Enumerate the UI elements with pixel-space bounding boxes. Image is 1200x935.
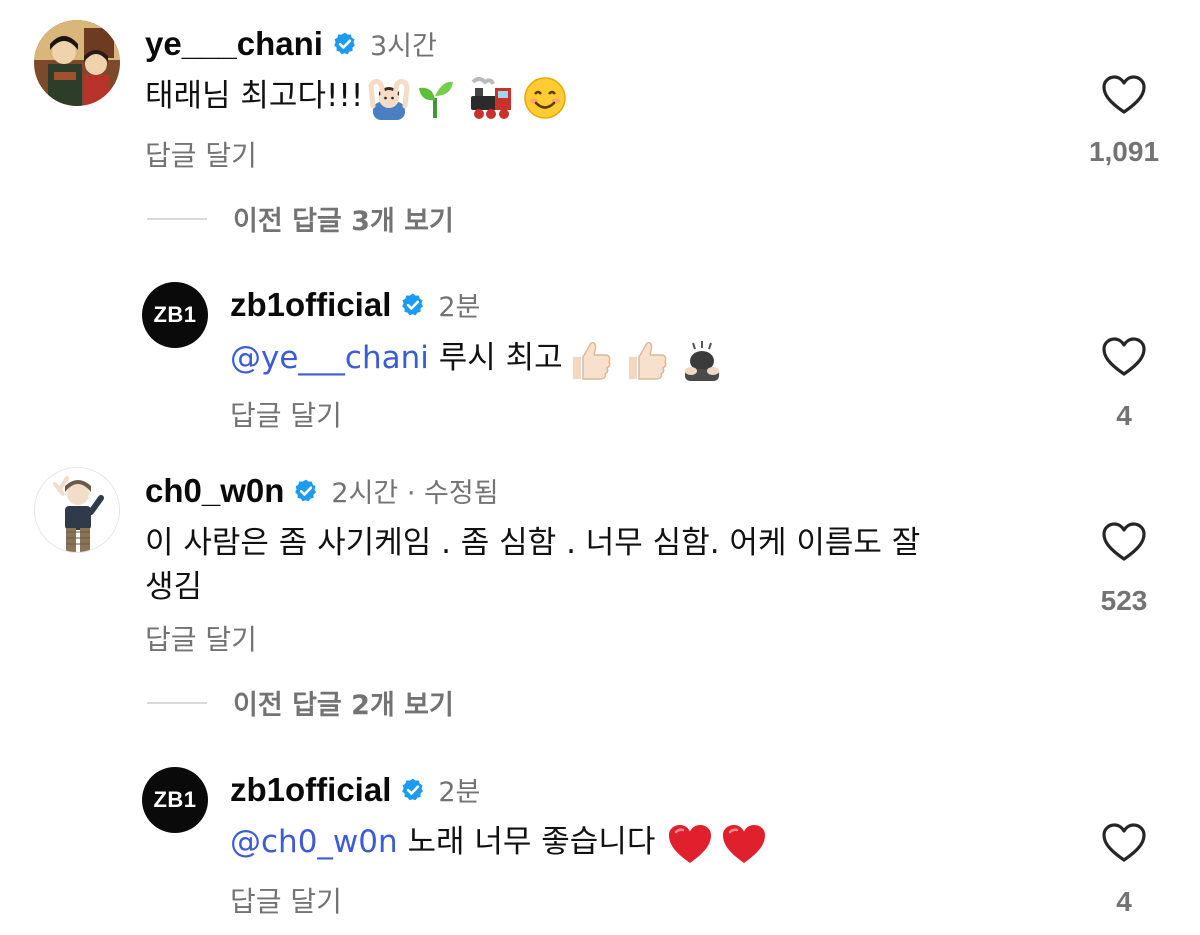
username[interactable]: ye___chani xyxy=(145,25,323,63)
reply-text: @ye___chani 루시 최고 xyxy=(230,336,725,383)
reply-text: @ch0_w0n 노래 너무 좋습니다 xyxy=(230,820,767,865)
avatar[interactable] xyxy=(34,467,120,553)
verified-badge-icon xyxy=(295,479,317,501)
reply-button[interactable]: 답글 달기 xyxy=(145,618,257,658)
seedling-emoji xyxy=(415,76,455,120)
divider-line xyxy=(147,217,207,220)
timestamp: 2시간 · 수정됨 xyxy=(331,478,499,509)
comment-header: ch0_w0n 2시간 · 수정됨 xyxy=(145,471,499,510)
view-previous-replies[interactable]: 이전 답글 2개 보기 xyxy=(147,683,454,722)
locomotive-emoji xyxy=(467,76,515,120)
thumbs-up-emoji xyxy=(623,337,669,383)
reply-button[interactable]: 답글 달기 xyxy=(230,880,342,920)
reply-button[interactable]: 답글 달기 xyxy=(145,134,257,174)
like-count[interactable]: 523 xyxy=(1074,585,1174,617)
timestamp: 3시간 xyxy=(369,31,437,62)
person-bowing-emoji xyxy=(679,337,725,383)
thumbs-up-emoji xyxy=(567,337,613,383)
comment-header: ye___chani 3시간 xyxy=(145,24,437,63)
verified-badge-icon xyxy=(402,778,424,800)
mention-link[interactable]: @ye___chani xyxy=(230,340,429,376)
mention-link[interactable]: @ch0_w0n xyxy=(230,824,398,860)
divider-line xyxy=(147,701,207,704)
comment-text: 이 사람은 좀 사기케임 . 좀 심함 . 너무 심함. 어케 이름도 잘 생김 xyxy=(145,525,921,605)
avatar[interactable] xyxy=(34,20,120,106)
heart-icon[interactable] xyxy=(1102,823,1146,863)
red-heart-emoji xyxy=(667,823,713,865)
reply-header: zb1official 2분 xyxy=(230,285,480,324)
view-previous-replies[interactable]: 이전 답글 3개 보기 xyxy=(147,199,454,238)
like-count[interactable]: 4 xyxy=(1074,886,1174,918)
username[interactable]: zb1official xyxy=(230,286,391,324)
red-heart-emoji xyxy=(721,823,767,865)
verified-badge-icon xyxy=(334,32,355,54)
heart-icon[interactable] xyxy=(1102,337,1146,377)
heart-icon[interactable] xyxy=(1102,75,1146,115)
like-count[interactable]: 4 xyxy=(1074,400,1174,432)
verified-badge-icon xyxy=(402,293,424,315)
timestamp: 2분 xyxy=(438,292,481,323)
person-gesturing-ok-emoji xyxy=(367,76,411,120)
reply-header: zb1official 2분 xyxy=(230,770,480,809)
avatar[interactable]: ZB1 xyxy=(142,282,208,348)
timestamp: 2분 xyxy=(438,777,481,808)
reply-button[interactable]: 답글 달기 xyxy=(230,394,342,434)
username[interactable]: zb1official xyxy=(230,771,391,809)
comment-text: 태래님 최고다!!! xyxy=(145,74,567,120)
username[interactable]: ch0_w0n xyxy=(145,472,284,510)
smiling-face-emoji xyxy=(523,76,567,120)
like-count[interactable]: 1,091 xyxy=(1074,136,1174,168)
heart-icon[interactable] xyxy=(1102,522,1146,562)
avatar[interactable]: ZB1 xyxy=(142,767,208,833)
